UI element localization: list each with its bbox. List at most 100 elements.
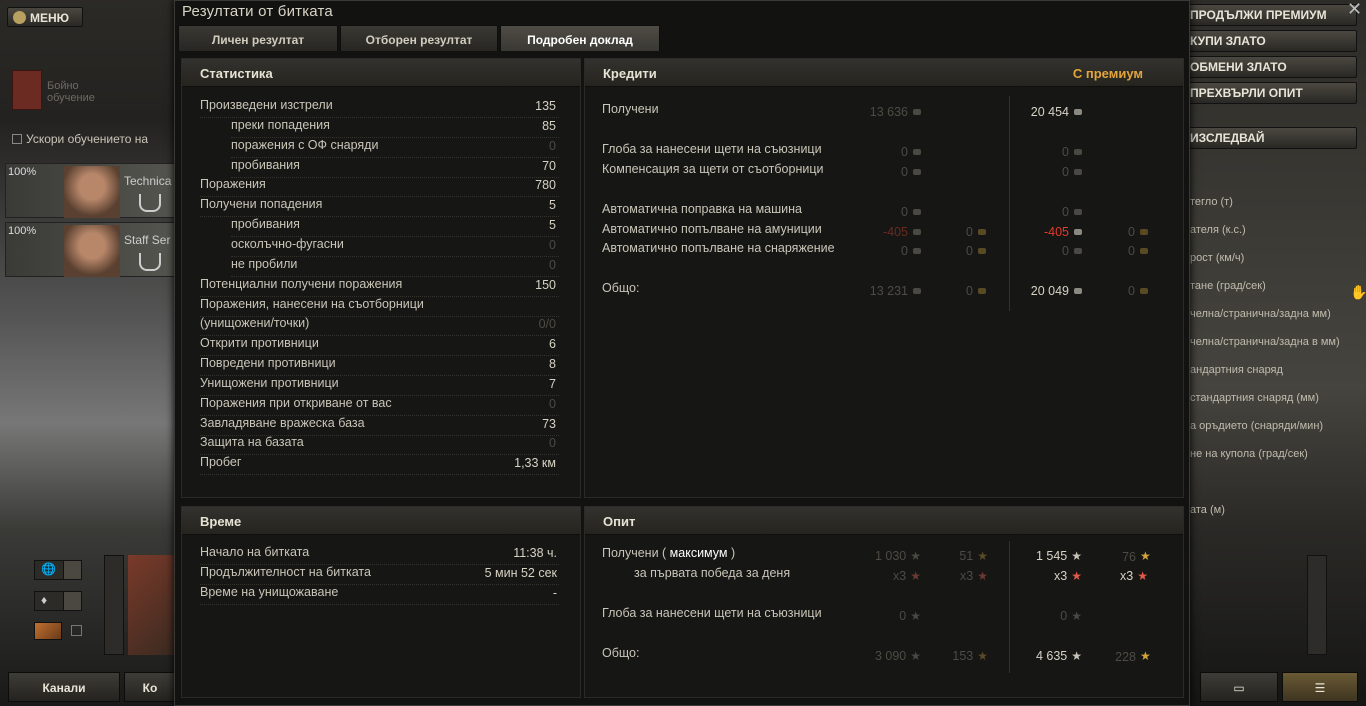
accelerate-training[interactable]: Ускори обучението на bbox=[12, 132, 148, 146]
stat-value: 0 bbox=[549, 258, 556, 272]
gold-icon bbox=[978, 288, 986, 294]
credits-icon bbox=[913, 149, 921, 155]
star-icon: ★ bbox=[1137, 569, 1148, 583]
premium-credit-value: 0 bbox=[1062, 145, 1082, 159]
stat-label: Завладяване вражеска база bbox=[200, 416, 365, 430]
credit-label: Автоматично попълване на амуниции bbox=[602, 222, 822, 236]
stat-value: 5 bbox=[549, 198, 556, 212]
chat-icon: ▭ bbox=[1233, 681, 1245, 695]
stat-row: Поражения, нанесени на съотборници bbox=[200, 297, 559, 317]
time-value: 5 мин 52 сек bbox=[484, 566, 557, 580]
premium-gold-value: 0 bbox=[1128, 244, 1148, 258]
tank-property: челна/странична/задна в мм) bbox=[1190, 336, 1340, 348]
credit-row: Получени bbox=[602, 102, 1002, 122]
training-book-icon[interactable] bbox=[12, 70, 42, 110]
ammo-checkbox[interactable] bbox=[71, 625, 82, 636]
xp-amount: 4 635 bbox=[1035, 649, 1068, 663]
premium-credit-amount: 0 bbox=[1062, 205, 1069, 219]
crew-member-card[interactable]: 100% Staff Ser bbox=[5, 222, 175, 277]
crew-member-card[interactable]: 100% Technica bbox=[5, 163, 175, 218]
carousel-right-arrow[interactable] bbox=[1307, 555, 1327, 655]
tank-property: стандартния снаряд (мм) bbox=[1190, 392, 1319, 404]
crew-name: Staff Ser bbox=[124, 233, 171, 247]
rank-icon bbox=[139, 253, 161, 271]
diamond-icon: ♦ bbox=[41, 593, 48, 607]
stat-row: пробивания bbox=[231, 158, 559, 178]
tab-team-result[interactable]: Отборен резултат bbox=[340, 25, 498, 51]
gold-value: 0 bbox=[966, 284, 986, 298]
stat-row: Повредени противници bbox=[200, 356, 559, 376]
credit-value: 0 bbox=[901, 145, 921, 159]
xp-amount: x3 bbox=[1120, 569, 1134, 583]
credit-value: 13 231 bbox=[870, 284, 921, 298]
server-select[interactable]: 🌐 bbox=[34, 560, 82, 580]
tab-personal-result[interactable]: Личен резултат bbox=[178, 25, 338, 51]
accelerate-checkbox[interactable] bbox=[12, 134, 22, 144]
stat-label: Повредени противници bbox=[200, 356, 336, 370]
stat-row: Защита на базата bbox=[200, 435, 559, 455]
channels-button[interactable]: Канали bbox=[8, 672, 120, 702]
time-label: Продължителност на битката bbox=[200, 565, 371, 579]
premium-gold-amount: 0 bbox=[1128, 225, 1135, 239]
stat-value: 73 bbox=[542, 417, 556, 431]
globe-icon: 🌐 bbox=[41, 562, 56, 576]
premium-credit-value: 0 bbox=[1062, 205, 1082, 219]
premium-credit-value: -405 bbox=[1044, 225, 1082, 239]
credit-row: Автоматично попълване на снаряжение bbox=[602, 241, 1002, 261]
tank-thumbnail[interactable] bbox=[128, 555, 176, 655]
gold-amount: 0 bbox=[966, 284, 973, 298]
stat-value: 7 bbox=[549, 377, 556, 391]
xp-amount: x3 bbox=[960, 569, 974, 583]
credit-label: Получени bbox=[602, 102, 659, 116]
menu-button[interactable]: МЕНЮ bbox=[7, 7, 83, 27]
stat-value: 0/0 bbox=[538, 317, 556, 331]
right-hangar-area bbox=[1186, 0, 1366, 706]
ammo-icon[interactable] bbox=[34, 622, 62, 640]
premium-label: С премиум bbox=[1072, 66, 1143, 81]
stat-row: поражения с ОФ снаряди bbox=[231, 138, 559, 158]
menu-label: МЕНЮ bbox=[30, 11, 70, 25]
tank-property: тегло (т) bbox=[1190, 196, 1233, 208]
transfer-xp-button[interactable]: ПРЕХВЪРЛИ ОПИТ bbox=[1183, 82, 1357, 104]
chat-button[interactable]: ▭ bbox=[1200, 672, 1278, 702]
exchange-gold-button[interactable]: ОБМЕНИ ЗЛАТО bbox=[1183, 56, 1357, 78]
experience-header: Опит bbox=[585, 507, 1183, 535]
extend-premium-button[interactable]: ПРОДЪЛЖИ ПРЕМИУМ bbox=[1183, 4, 1357, 26]
time-row: Време на унищожаване bbox=[200, 585, 559, 605]
time-label: Време на унищожаване bbox=[200, 585, 339, 599]
xp-value: 4 635 ★ bbox=[1036, 649, 1082, 663]
notifications-button[interactable]: ☰ bbox=[1282, 672, 1358, 702]
stat-label: не пробили bbox=[231, 257, 298, 271]
stat-row: осколъчно-фугасни bbox=[231, 237, 559, 257]
xp-value: 1 545 ★ bbox=[1036, 549, 1082, 563]
credit-amount: 0 bbox=[901, 165, 908, 179]
contacts-button[interactable]: Ко bbox=[124, 672, 176, 702]
xp-amount: 153 bbox=[952, 649, 974, 663]
tab-detailed-report[interactable]: Подробен доклад bbox=[500, 25, 660, 51]
training-label: Бойно обучение bbox=[47, 80, 95, 104]
credit-value: 0 bbox=[901, 244, 921, 258]
column-divider bbox=[1009, 541, 1010, 673]
credit-row: Автоматично попълване на амуниции bbox=[602, 222, 1002, 242]
menu-icon bbox=[13, 11, 26, 24]
time-row: Начало на битката bbox=[200, 545, 559, 565]
close-icon[interactable]: ✕ bbox=[1347, 0, 1362, 20]
stat-value: 1,33 км bbox=[514, 456, 556, 470]
star-icon: ★ bbox=[910, 569, 921, 583]
stat-label: осколъчно-фугасни bbox=[231, 237, 344, 251]
stat-row: (унищожени/точки) bbox=[200, 316, 559, 336]
stat-row: пробивания bbox=[231, 217, 559, 237]
buy-gold-button[interactable]: КУПИ ЗЛАТО bbox=[1183, 30, 1357, 52]
xp-amount: x3 bbox=[893, 569, 907, 583]
crew-name: Technica bbox=[124, 174, 172, 188]
hand-cursor-icon: ✋ bbox=[1350, 284, 1366, 300]
research-button[interactable]: ИЗСЛЕДВАЙ bbox=[1183, 127, 1357, 149]
chevron-down-icon bbox=[63, 592, 81, 610]
carousel-left-arrow[interactable] bbox=[104, 555, 124, 655]
stat-value: 0 bbox=[549, 397, 556, 411]
stat-value: 0 bbox=[549, 238, 556, 252]
stat-value: 780 bbox=[535, 178, 556, 192]
filter-select[interactable]: ♦ bbox=[34, 591, 82, 611]
premium-gold-amount: 0 bbox=[1128, 284, 1135, 298]
gold-icon bbox=[978, 229, 986, 235]
